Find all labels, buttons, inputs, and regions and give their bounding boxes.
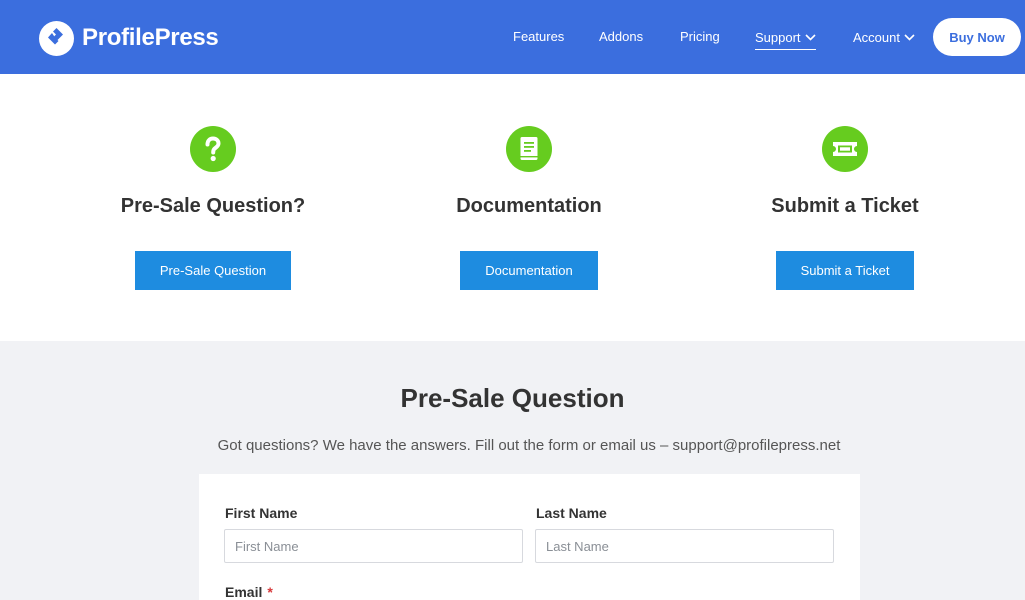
- brand-logo[interactable]: ProfilePress: [39, 20, 219, 56]
- chevron-down-icon: [904, 29, 915, 45]
- nav-addons[interactable]: Addons: [599, 29, 643, 45]
- ticket-icon: [822, 126, 868, 172]
- top-navbar: ProfilePress Features Addons Pricing Sup…: [0, 0, 1025, 74]
- nav-features[interactable]: Features: [513, 29, 564, 45]
- ticket-card-title: Submit a Ticket: [771, 195, 919, 217]
- first-name-input[interactable]: [224, 529, 523, 563]
- documentation-card-title: Documentation: [456, 195, 602, 217]
- email-label-text: Email: [225, 584, 263, 600]
- documentation-button[interactable]: Documentation: [460, 251, 598, 290]
- email-label: Email *: [225, 584, 273, 600]
- ticket-card: Submit a Ticket Submit a Ticket: [695, 126, 995, 290]
- submit-ticket-button[interactable]: Submit a Ticket: [775, 251, 915, 290]
- brand-name: ProfilePress: [82, 24, 219, 51]
- documentation-card: Documentation Documentation: [379, 126, 679, 290]
- nav-support[interactable]: Support: [755, 29, 816, 50]
- presale-card: Pre-Sale Question? Pre-Sale Question: [63, 126, 363, 290]
- presale-question-button[interactable]: Pre-Sale Question: [134, 251, 292, 290]
- book-icon: [506, 126, 552, 172]
- first-name-label: First Name: [225, 505, 298, 521]
- nav-account-label: Account: [853, 30, 900, 45]
- form-title: Pre-Sale Question: [400, 383, 625, 413]
- last-name-label: Last Name: [536, 505, 607, 521]
- question-icon: [190, 126, 236, 172]
- profilepress-logo-icon: [39, 20, 74, 56]
- presale-form-section: Pre-Sale Question Got questions? We have…: [0, 341, 1025, 600]
- presale-card-title: Pre-Sale Question?: [120, 195, 306, 217]
- nav-pricing[interactable]: Pricing: [680, 29, 720, 45]
- buy-now-button[interactable]: Buy Now: [933, 18, 1021, 56]
- chevron-down-icon: [804, 29, 816, 45]
- last-name-input[interactable]: [535, 529, 834, 563]
- form-subtitle: Got questions? We have the answers. Fill…: [217, 437, 841, 454]
- required-marker: *: [267, 584, 273, 600]
- nav-account[interactable]: Account: [853, 29, 915, 46]
- nav-support-label: Support: [755, 30, 801, 45]
- presale-form: First Name Last Name Email*: [199, 474, 860, 600]
